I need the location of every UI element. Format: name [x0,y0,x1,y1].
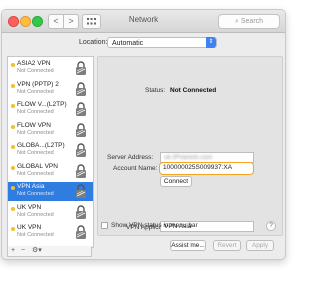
status-dot-icon [11,227,15,231]
service-item[interactable]: UK VPN Not Connected [8,203,93,222]
service-name: FLOW V...(L2TP) [17,101,67,108]
service-name: FLOW VPN [17,121,51,129]
service-list-toolbar: + − ⚙▾ [7,246,92,257]
action-gear-icon[interactable]: ⚙▾ [32,246,42,256]
service-status: Not Connected [17,232,54,238]
help-button[interactable]: ? [266,221,276,231]
status-dot-icon [11,104,15,108]
remove-service-button[interactable]: − [21,246,25,256]
search-placeholder: Search [240,18,264,25]
server-address-label: Server Address: [107,154,154,161]
vpn-lock-icon [74,81,88,102]
service-status: Not Connected [17,150,54,156]
service-name: UK VPN [17,203,42,211]
vpn-lock-icon [74,184,88,204]
service-item[interactable]: GLOBA...(L2TP) Not Connected [8,141,93,160]
location-value: Automatic [112,40,144,47]
service-name: ASIA2 VPN [17,60,51,67]
service-name: VPN (PPTP) 2 [17,80,59,88]
service-status: Not Connected [17,211,54,218]
location-select[interactable]: Automatic ⇕ [107,37,217,48]
select-chevron-icon: ⇕ [206,37,216,48]
revert-button[interactable]: Revert [213,240,241,251]
status-dot-icon [11,83,15,88]
service-item[interactable]: GLOBAL VPN Not Connected [8,162,93,181]
service-status: Not Connected [17,88,54,95]
service-status: Not Connected [17,109,54,115]
vpn-lock-icon [74,204,88,225]
status-value: Not Connected [170,87,217,94]
service-detail-panel: Status: Not Connected Server Address: uk… [97,56,283,236]
title-bar: < > Network ⌕ Search [2,10,285,33]
apply-button[interactable]: Apply [246,240,274,251]
service-list: ASIA2 VPN Not Connected VPN (PPTP) 2 Not Co… [7,56,94,248]
service-name: UK VPN [17,224,42,231]
status-dot-icon [11,145,15,149]
location-label: Location: [79,39,108,46]
status-dot-icon [11,186,15,190]
vpn-lock-icon [74,122,88,143]
service-name: GLOBAL VPN [17,162,58,170]
service-name: GLOBA...(L2TP) [17,142,65,149]
status-label: Status: [145,87,166,94]
service-item[interactable]: UK VPN Not Connected [8,223,93,242]
assist-me-button[interactable]: Assist me... [170,240,206,251]
vpn-lock-icon [74,163,88,184]
service-item[interactable]: FLOW V...(L2TP) Not Connected [8,100,93,119]
status-dot-icon [11,124,15,129]
search-icon: ⌕ [234,18,239,25]
vpn-lock-icon [74,143,88,163]
status-dot-icon [11,206,15,211]
service-name: VPN Asia [17,183,45,190]
service-status: Not Connected [17,68,54,74]
account-name-field[interactable]: 100000025S009937:XA [159,162,254,175]
account-name-label: Account Name: [113,165,158,172]
search-field[interactable]: ⌕ Search [218,14,280,29]
status-dot-icon [11,63,15,67]
status-dot-icon [11,165,15,170]
server-address-value: uk.IPVanish.com [164,154,213,161]
service-status: Not Connected [17,129,54,136]
service-item[interactable]: ASIA2 VPN Not Connected [8,59,93,78]
service-status: Not Connected [17,170,54,177]
service-item[interactable]: VPN (PPTP) 2 Not Connected [8,80,93,99]
service-item[interactable]: VPN Asia Not Connected [8,182,93,201]
service-status: Not Connected [17,191,54,197]
network-window: < > Network ⌕ Search Location: Automatic … [1,9,286,260]
show-vpn-status-checkbox[interactable] [101,222,108,229]
show-vpn-status-label: Show VPN status in menu bar [111,222,198,229]
vpn-lock-icon [74,102,88,122]
connect-button[interactable]: Connect [160,176,192,187]
add-service-button[interactable]: + [11,246,15,256]
vpn-lock-icon [74,61,88,81]
vpn-lock-icon [74,225,88,245]
service-item[interactable]: FLOW VPN Not Connected [8,121,93,140]
